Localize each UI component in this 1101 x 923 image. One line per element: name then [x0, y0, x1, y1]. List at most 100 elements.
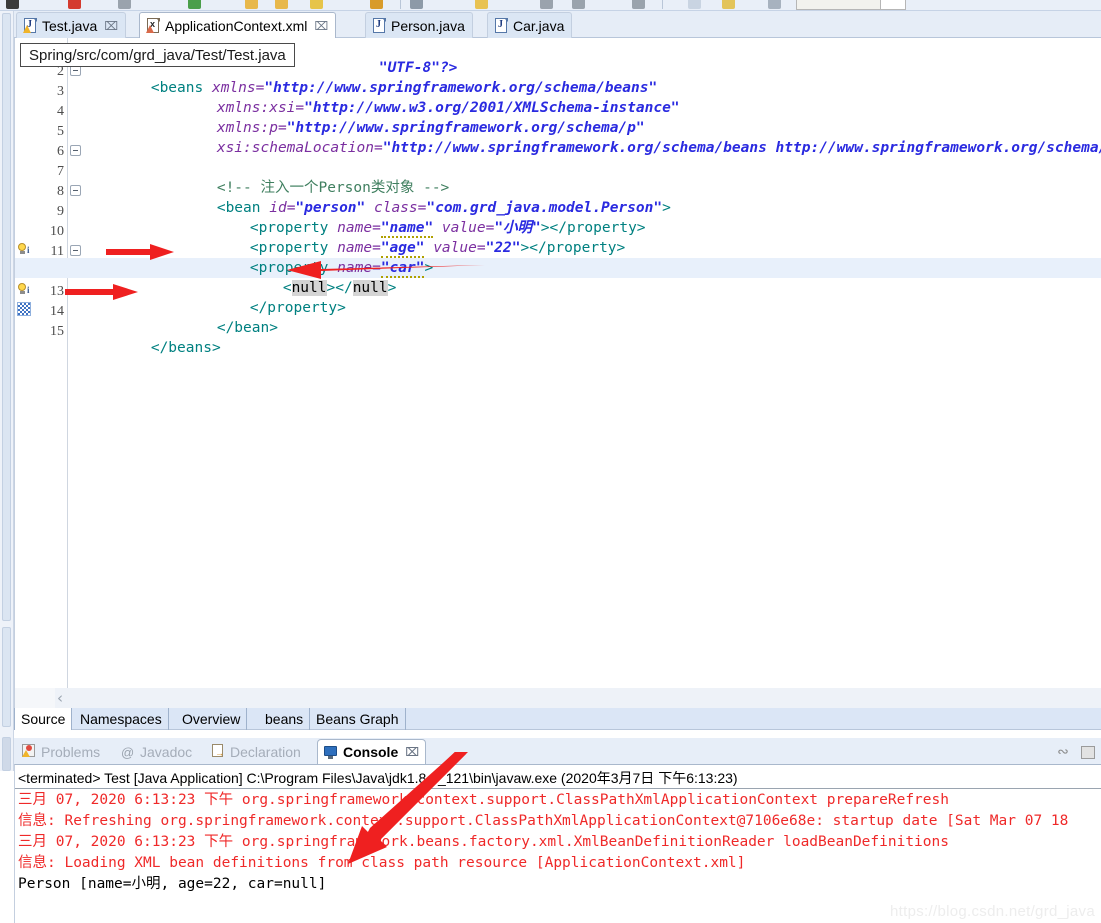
toolbar-icon-run[interactable]: [118, 0, 131, 9]
problems-icon: [22, 744, 37, 759]
code-token: value=: [424, 240, 486, 256]
javadoc-at-icon: @: [121, 745, 135, 760]
toolbar-icon-next-annotation[interactable]: [632, 0, 645, 9]
code-line-5: xsi:schemaLocation="http://www.springfra…: [147, 118, 1101, 156]
chevron-left-icon[interactable]: ‹: [57, 690, 63, 706]
console-line: 三月 07, 2020 6:13:23 下午 org.springframewo…: [18, 834, 949, 850]
editor-folding-column[interactable]: [69, 38, 81, 688]
editor-tab-test-java[interactable]: J Test.java ⌧: [16, 12, 127, 38]
toolbar-icon-save[interactable]: [6, 0, 19, 9]
console-line: 信息: Loading XML bean definitions from cl…: [18, 855, 746, 871]
line-number: 8: [57, 184, 64, 199]
line-number: 10: [50, 224, 64, 239]
main-toolbar-strip: [0, 0, 1101, 11]
code-token-null: null: [352, 280, 388, 296]
fold-collapse-icon[interactable]: [70, 145, 81, 156]
fold-collapse-icon[interactable]: [70, 245, 81, 256]
code-token: "http://www.springframework.org/schema/b…: [382, 140, 1101, 156]
toolbar-icon-grid[interactable]: [768, 0, 781, 9]
toolbar-icon-open-folder[interactable]: [275, 0, 288, 9]
editor-code-area[interactable]: "UTF-8"?> <beans xmlns="http://www.sprin…: [15, 38, 1101, 688]
changed-lines-marker-icon: [17, 302, 31, 316]
code-line-11: <property name="car">: [180, 238, 433, 278]
view-tab-console[interactable]: Console ⌧: [317, 739, 427, 764]
toolbar-separator-1: [400, 0, 401, 9]
view-menu-icon[interactable]: [1081, 745, 1095, 759]
editor-tab-applicationcontext-xml[interactable]: x ApplicationContext.xml ⌧: [139, 12, 337, 38]
java-file-icon: J: [372, 17, 387, 34]
line-number: 3: [57, 84, 64, 99]
toolbar-icon-perspective-java[interactable]: [688, 0, 701, 9]
code-token: </beans>: [150, 340, 221, 356]
page-tab-label: Source: [21, 711, 66, 727]
code-token: >: [662, 200, 671, 216]
editor-tab-person-java[interactable]: J Person.java: [365, 12, 473, 38]
page-tab-label: Overview: [182, 711, 241, 727]
java-file-icon: J: [494, 17, 509, 34]
quickfix-bulb-icon[interactable]: i: [17, 281, 33, 297]
toolbar-icon-external-tools[interactable]: [188, 0, 201, 9]
view-tab-label: Declaration: [230, 743, 301, 760]
watermark: https://blog.csdn.net/grd_java: [890, 903, 1095, 920]
editor-tab-label: Car.java: [513, 17, 565, 34]
console-line: 三月 07, 2020 6:13:23 下午 org.springframewo…: [18, 792, 949, 808]
toolbar-search-field[interactable]: [796, 0, 882, 10]
code-line-13: </property>: [180, 278, 346, 316]
code-token: xsi:schemaLocation=: [216, 140, 383, 156]
left-perspective-strip: [0, 11, 14, 771]
view-tab-declaration[interactable]: → Declaration: [205, 739, 307, 764]
close-icon[interactable]: ⌧: [104, 20, 118, 32]
code-line-12: <null></null>: [213, 258, 396, 296]
java-file-icon: J: [23, 17, 38, 34]
toolbar-icon-search[interactable]: [310, 0, 323, 9]
console-header-divider: [15, 788, 1101, 789]
toolbar-icon-forward[interactable]: [572, 0, 585, 9]
console-view[interactable]: <terminated> Test [Java Application] C:\…: [14, 764, 1101, 923]
console-line: 信息: Refreshing org.springframework.conte…: [18, 813, 1069, 829]
code-line-14: </bean>: [147, 298, 278, 336]
code-token: </bean>: [216, 320, 278, 336]
toolbar-icon-hierarchy[interactable]: [410, 0, 423, 9]
editor-tab-car-java[interactable]: J Car.java: [487, 12, 573, 38]
code-line-15: </beans>: [81, 318, 221, 356]
code-line-3: xmlns:xsi="http://www.w3.org/2001/XMLSch…: [147, 78, 680, 116]
fold-collapse-icon[interactable]: [70, 185, 81, 196]
code-line-4: xmlns:p="http://www.springframework.org/…: [147, 98, 645, 136]
page-tab-overview[interactable]: Overview: [176, 708, 248, 730]
editor-marker-ruler[interactable]: i i i: [15, 38, 35, 688]
page-tab-source[interactable]: Source: [14, 708, 73, 730]
toolbar-icon-new-folder[interactable]: [245, 0, 258, 9]
view-tab-javadoc[interactable]: @ Javadoc: [115, 739, 198, 764]
pin-console-icon[interactable]: ∾: [1055, 744, 1071, 760]
left-strip-block-top[interactable]: [2, 13, 11, 621]
line-number: 4: [57, 104, 64, 119]
bottom-view-tab-bar: Problems @ Javadoc → Declaration Console…: [14, 738, 1101, 764]
line-number: 7: [57, 164, 64, 179]
toolbar-icon-project[interactable]: [370, 0, 383, 9]
editor-horizontal-scrollbar[interactable]: ‹: [14, 688, 1101, 708]
console-view-toolbar: ∾: [1055, 744, 1095, 760]
toolbar-icon-back[interactable]: [540, 0, 553, 9]
quickfix-bulb-icon[interactable]: i: [17, 241, 33, 257]
toolbar-icon-perspective-spring[interactable]: [722, 0, 735, 9]
close-icon[interactable]: ⌧: [405, 746, 419, 758]
left-strip-block-bottom[interactable]: [2, 627, 11, 727]
page-tab-namespaces[interactable]: Namespaces: [74, 708, 169, 730]
view-tab-problems[interactable]: Problems: [16, 739, 106, 764]
view-tab-label: Console: [343, 744, 399, 760]
page-tab-beans[interactable]: beans: [259, 708, 311, 730]
file-path-tooltip: Spring/src/com/grd_java/Test/Test.java: [20, 43, 295, 67]
xml-source-editor[interactable]: i i i 1 2 3 4 5 6 7 8 9 10 11 12 13 14 1…: [14, 38, 1101, 688]
code-token: ></property>: [520, 240, 626, 256]
close-icon[interactable]: ⌧: [314, 20, 328, 32]
left-strip-block-console[interactable]: [2, 737, 11, 771]
editor-tab-bar: J Test.java ⌧ x ApplicationContext.xml ⌧…: [14, 11, 1101, 38]
toolbar-icon-debug[interactable]: [68, 0, 81, 9]
page-tab-beans-graph[interactable]: Beans Graph: [310, 708, 406, 730]
page-tab-label: Beans Graph: [316, 711, 399, 727]
toolbar-search-field-input[interactable]: [880, 0, 906, 10]
line-number: 13: [50, 284, 64, 299]
toolbar-icon-bookmark[interactable]: [475, 0, 488, 9]
console-line: Person [name=小明, age=22, car=null]: [18, 876, 327, 892]
declaration-icon: →: [211, 744, 226, 759]
